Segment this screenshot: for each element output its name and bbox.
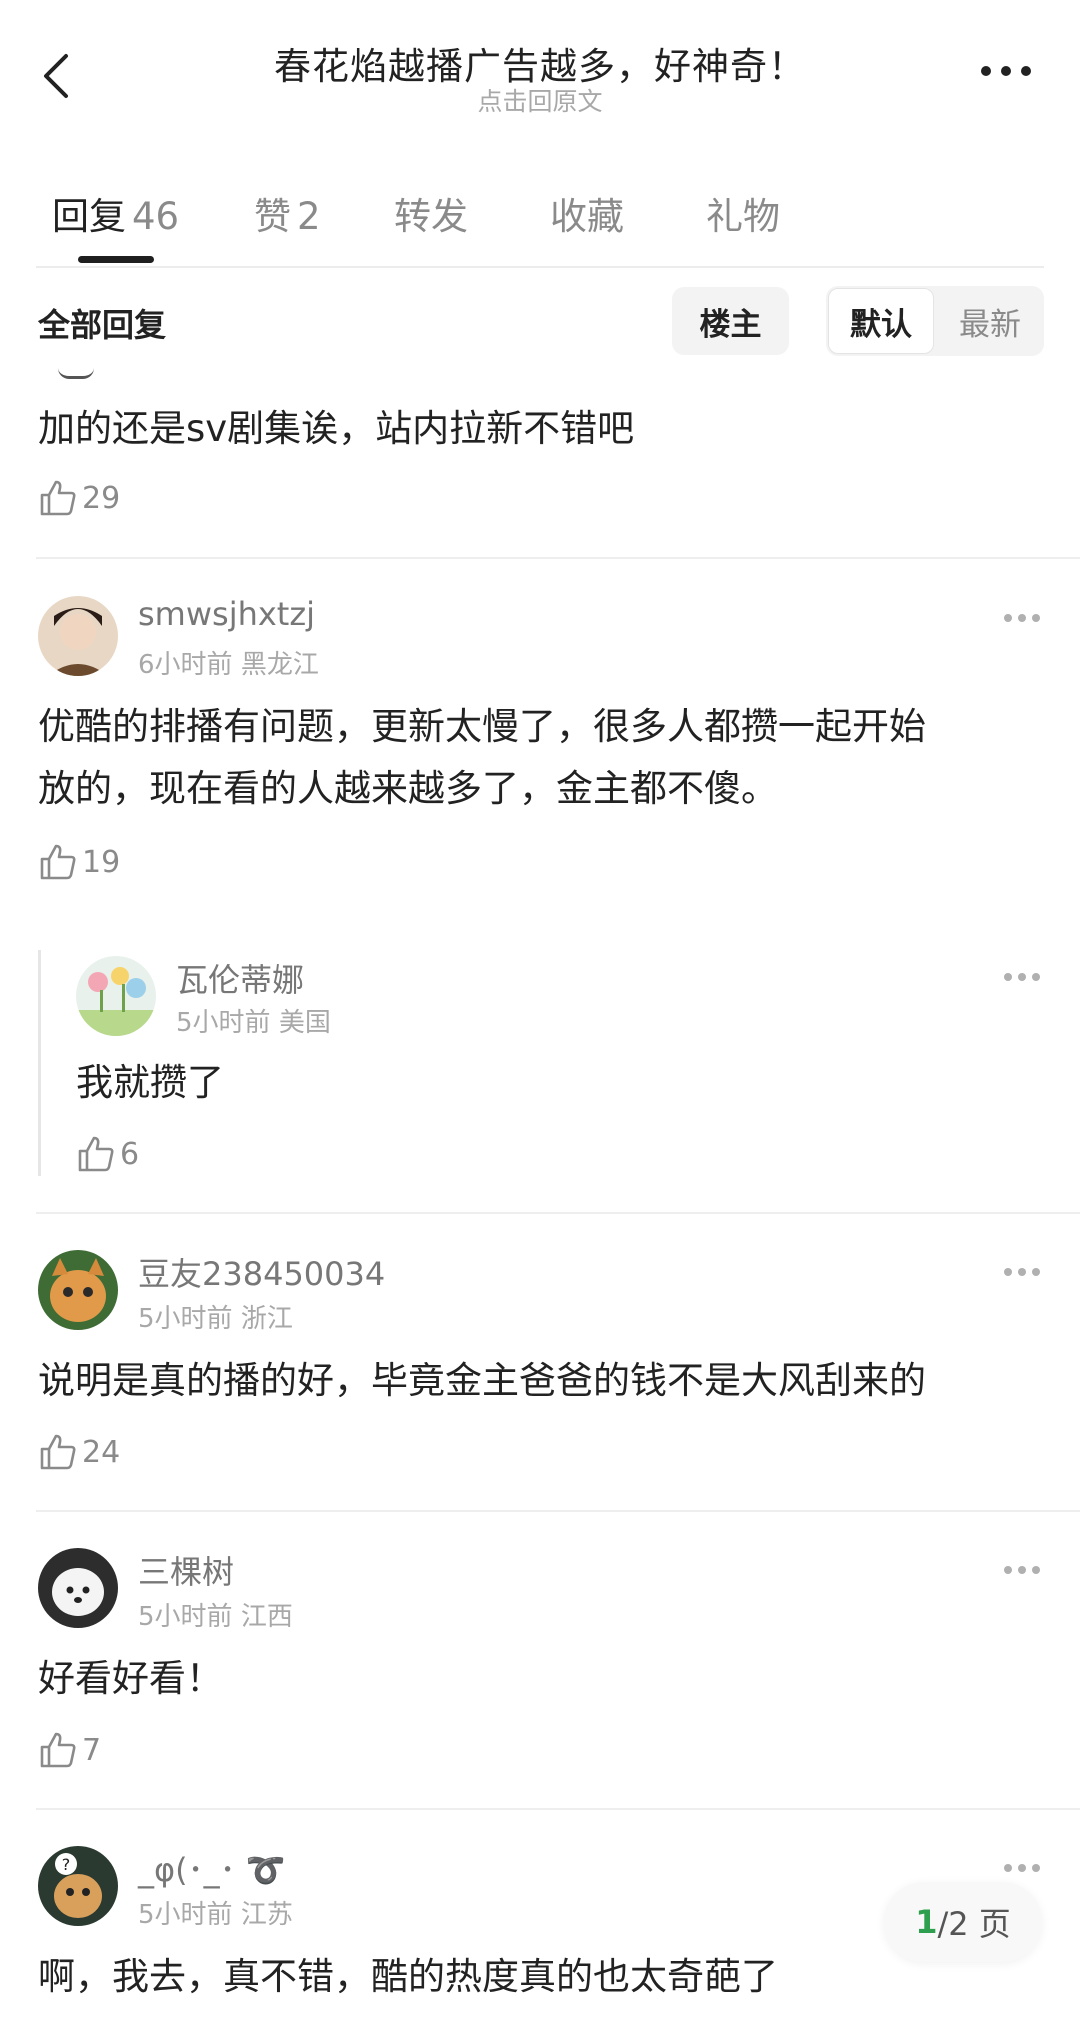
username[interactable]: 瓦伦蒂娜 (176, 955, 304, 1001)
more-icon (1004, 1864, 1040, 1872)
location: 黑龙江 (240, 650, 319, 680)
comment-text: 加的还是sv剧集诶，站内拉新不错吧 (38, 407, 635, 450)
divider (36, 1510, 1080, 1512)
current-page: 1 (915, 1903, 938, 1941)
avatar[interactable]: ? (38, 1846, 118, 1926)
like-count: 6 (120, 1136, 140, 1172)
location: 美国 (278, 1008, 331, 1038)
tab-likes[interactable]: 赞2 (254, 186, 321, 240)
timestamp: 5小时前 (138, 1602, 233, 1632)
tab-label: 赞 (254, 195, 291, 238)
thumbs-up-icon (40, 844, 76, 880)
like-button[interactable]: 29 (38, 478, 120, 518)
reply-thread-bar (38, 950, 41, 1176)
more-options-button[interactable] (978, 62, 1034, 80)
avatar[interactable] (38, 1548, 118, 1628)
tab-label: 收藏 (550, 195, 624, 238)
comment-text: 我就攒了 (76, 1061, 224, 1104)
timestamp: 5小时前 (176, 1008, 271, 1038)
timestamp: 5小时前 (138, 1304, 233, 1334)
thumbs-up-icon (78, 1136, 114, 1172)
tab-gifts[interactable]: 礼物 (706, 186, 780, 240)
like-button[interactable]: 24 (38, 1432, 120, 1472)
divider (36, 1808, 1080, 1810)
comment-text: 优酷的排播有问题，更新太慢了，很多人都攒一起开始 放的，现在看的人越来越多了，金… (38, 696, 1048, 820)
back-to-original-link[interactable]: 点击回原文 (0, 82, 1080, 118)
more-icon (981, 66, 1031, 76)
owner-only-button[interactable]: 楼主 (672, 287, 789, 355)
sort-newest-button[interactable]: 最新 (940, 288, 1040, 354)
comment-more-button[interactable] (1002, 1263, 1042, 1276)
more-icon (1004, 1268, 1040, 1276)
like-count: 24 (82, 1434, 121, 1470)
comment-more-button[interactable] (1002, 1561, 1042, 1574)
avatar[interactable] (38, 1250, 118, 1330)
more-icon (1004, 1566, 1040, 1574)
divider (36, 1212, 1080, 1214)
tab-reposts[interactable]: 转发 (394, 186, 468, 240)
comment-text: 说明是真的播的好，毕竟金主爸爸的钱不是大风刮来的 (38, 1359, 926, 1402)
all-replies-label: 全部回复 (38, 306, 167, 344)
like-button[interactable]: 19 (38, 842, 120, 882)
username[interactable]: 豆友238450034 (138, 1249, 385, 1295)
page-indicator[interactable]: 1/2 页 (884, 1882, 1042, 1962)
like-count: 29 (82, 480, 121, 516)
tab-label: 转发 (394, 195, 468, 238)
thumbs-up-icon (40, 480, 76, 516)
tab-label: 回复 (52, 195, 126, 238)
divider (36, 266, 1044, 268)
tab-label: 礼物 (706, 195, 780, 238)
active-tab-indicator (78, 256, 154, 263)
more-icon (1004, 973, 1040, 981)
timestamp: 6小时前 (138, 650, 233, 680)
more-icon (1004, 614, 1040, 622)
like-button[interactable]: 6 (76, 1134, 139, 1174)
like-button[interactable]: 7 (38, 1730, 101, 1770)
comment-line: 优酷的排播有问题，更新太慢了，很多人都攒一起开始 (38, 705, 926, 748)
thumbs-up-icon (40, 1434, 76, 1470)
tab-count: 46 (132, 195, 180, 238)
avatar (58, 368, 94, 379)
total-pages: /2 页 (937, 1905, 1011, 1943)
tab-favorites[interactable]: 收藏 (550, 186, 624, 240)
svg-text:?: ? (62, 1855, 71, 1874)
location: 浙江 (240, 1304, 293, 1334)
comment-text: 啊，我去，真不错，酷的热度真的也太奇葩了 (38, 1955, 778, 1998)
comment-more-button[interactable] (1002, 1859, 1042, 1872)
divider (36, 557, 1080, 559)
username[interactable]: _φ(･_･ ➰ (138, 1845, 286, 1891)
timestamp: 5小时前 (138, 1900, 233, 1930)
tab-replies[interactable]: 回复 46 (52, 186, 179, 240)
avatar[interactable] (38, 596, 118, 676)
tab-count: 2 (297, 195, 321, 238)
avatar[interactable] (76, 956, 156, 1036)
sort-default-button[interactable]: 默认 (828, 288, 934, 354)
like-count: 19 (82, 844, 121, 880)
like-count: 7 (82, 1732, 102, 1768)
comment-more-button[interactable] (1002, 609, 1042, 622)
location: 江西 (240, 1602, 293, 1632)
location: 江苏 (240, 1900, 293, 1930)
comment-text: 好看好看！ (38, 1657, 223, 1700)
comment-more-button[interactable] (1002, 968, 1042, 981)
username[interactable]: 三棵树 (138, 1547, 234, 1593)
username[interactable]: smwsjhxtzj (138, 595, 315, 633)
comment-line: 放的，现在看的人越来越多了，金主都不傻。 (38, 767, 778, 810)
thumbs-up-icon (40, 1732, 76, 1768)
